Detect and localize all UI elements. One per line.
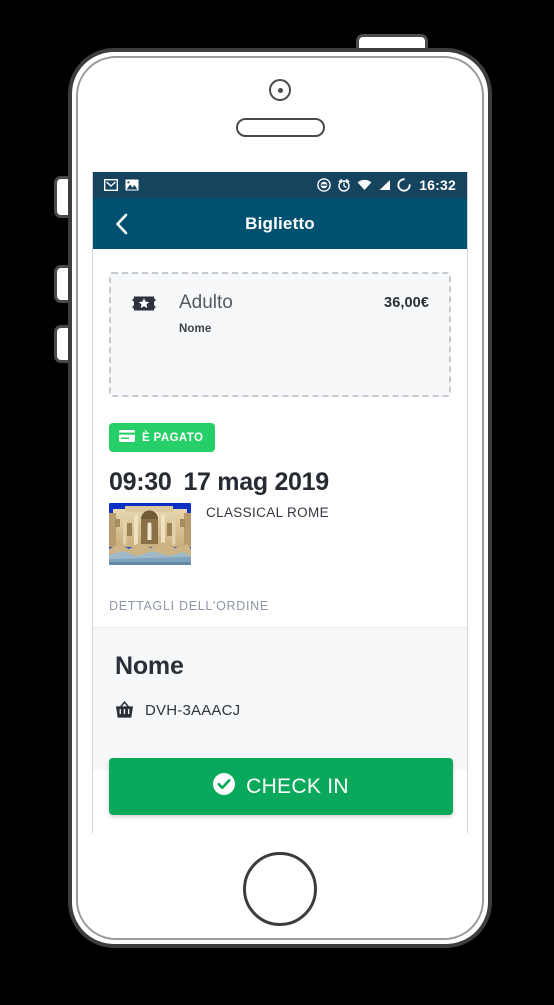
sync-icon xyxy=(397,178,411,192)
status-badge-label: È PAGATO xyxy=(142,431,204,444)
camera-icon xyxy=(269,79,291,101)
ticket-type-label: Adulto xyxy=(179,292,233,313)
signal-icon xyxy=(378,179,391,191)
page-title: Biglietto xyxy=(245,213,315,233)
speaker-grille xyxy=(236,118,325,137)
event-date: 17 mag 2019 xyxy=(183,468,329,496)
event-thumbnail xyxy=(109,503,191,565)
order-code-row: DVH-3AAACJ xyxy=(115,701,445,719)
gmail-icon xyxy=(104,179,118,191)
do-not-disturb-icon xyxy=(317,178,331,192)
event-datetime: 09:30 17 mag 2019 xyxy=(109,468,467,497)
status-bar-left-icons xyxy=(104,179,139,191)
wifi-icon xyxy=(357,179,372,191)
order-details-panel: Nome DVH-3AAACJ xyxy=(93,627,467,770)
order-code: DVH-3AAACJ xyxy=(145,701,241,719)
event-title: CLASSICAL ROME xyxy=(206,505,329,520)
order-details-section-label: DETTAGLI DELL'ORDINE xyxy=(109,599,269,613)
chevron-left-icon xyxy=(116,213,128,234)
event-summary-row: CLASSICAL ROME xyxy=(109,503,467,565)
status-bar: 16:32 xyxy=(93,172,467,198)
event-time: 09:30 xyxy=(109,468,172,496)
home-button[interactable] xyxy=(243,852,317,926)
alarm-icon xyxy=(337,178,351,192)
ticket-holder-name: Nome xyxy=(179,323,212,335)
ticket-price: 36,00€ xyxy=(384,295,429,311)
status-badge-paid[interactable]: È PAGATO xyxy=(109,423,216,452)
back-button[interactable] xyxy=(103,205,141,243)
ticket-star-icon xyxy=(131,294,157,313)
order-name: Nome xyxy=(115,652,184,680)
check-in-label: CHECK IN xyxy=(246,774,349,798)
content-area: Adulto 36,00€ Nome È PAGATO 09:30 17 mag… xyxy=(93,249,467,833)
ticket-card[interactable]: Adulto 36,00€ Nome xyxy=(109,272,451,397)
credit-card-icon xyxy=(119,430,135,445)
check-circle-icon xyxy=(213,772,236,801)
status-bar-clock: 16:32 xyxy=(419,177,456,193)
app-screen: 16:32 Biglietto Adulto 36,00€ Nome È PAG… xyxy=(92,172,468,833)
app-bar: Biglietto xyxy=(93,198,467,249)
basket-icon xyxy=(115,701,134,719)
ticket-card-main-row: Adulto 36,00€ xyxy=(131,292,429,314)
image-icon xyxy=(125,179,139,191)
status-bar-right-icons: 16:32 xyxy=(317,177,456,193)
check-in-button[interactable]: CHECK IN xyxy=(109,758,453,815)
